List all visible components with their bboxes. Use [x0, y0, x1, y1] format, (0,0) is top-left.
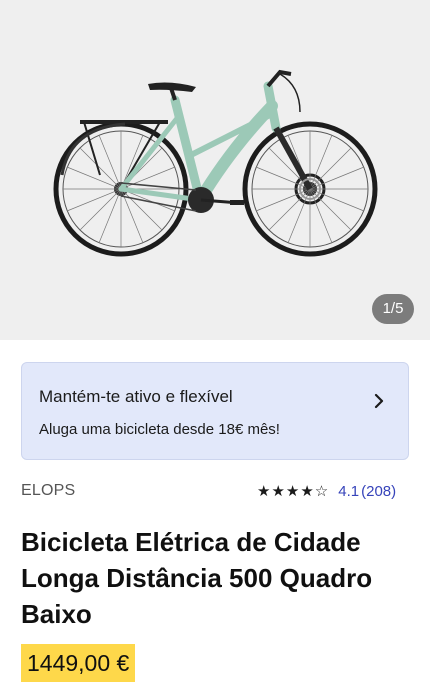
bike-image	[53, 69, 378, 257]
promo-subtitle: Aluga uma bicicleta desde 18€ mês!	[39, 421, 280, 438]
product-rating[interactable]: ★★★★☆ 4.1 (208)	[257, 480, 396, 502]
product-image-gallery[interactable]: 1/5	[0, 0, 430, 340]
image-counter: 1/5	[372, 294, 414, 324]
promo-title: Mantém-te ativo e flexível	[39, 387, 233, 406]
chevron-right-icon	[374, 393, 384, 409]
product-price: 1449,00 €	[21, 644, 136, 682]
product-title: Bicicleta Elétrica de Cidade Longa Distâ…	[21, 527, 373, 629]
rental-promo-banner[interactable]: Mantém-te ativo e flexível Aluga uma bic…	[21, 362, 409, 460]
product-brand[interactable]: ELOPS	[21, 482, 75, 500]
rating-count: (208)	[361, 482, 397, 500]
rating-value: 4.1	[338, 482, 360, 500]
star-icon: ★★★★☆	[257, 482, 330, 500]
